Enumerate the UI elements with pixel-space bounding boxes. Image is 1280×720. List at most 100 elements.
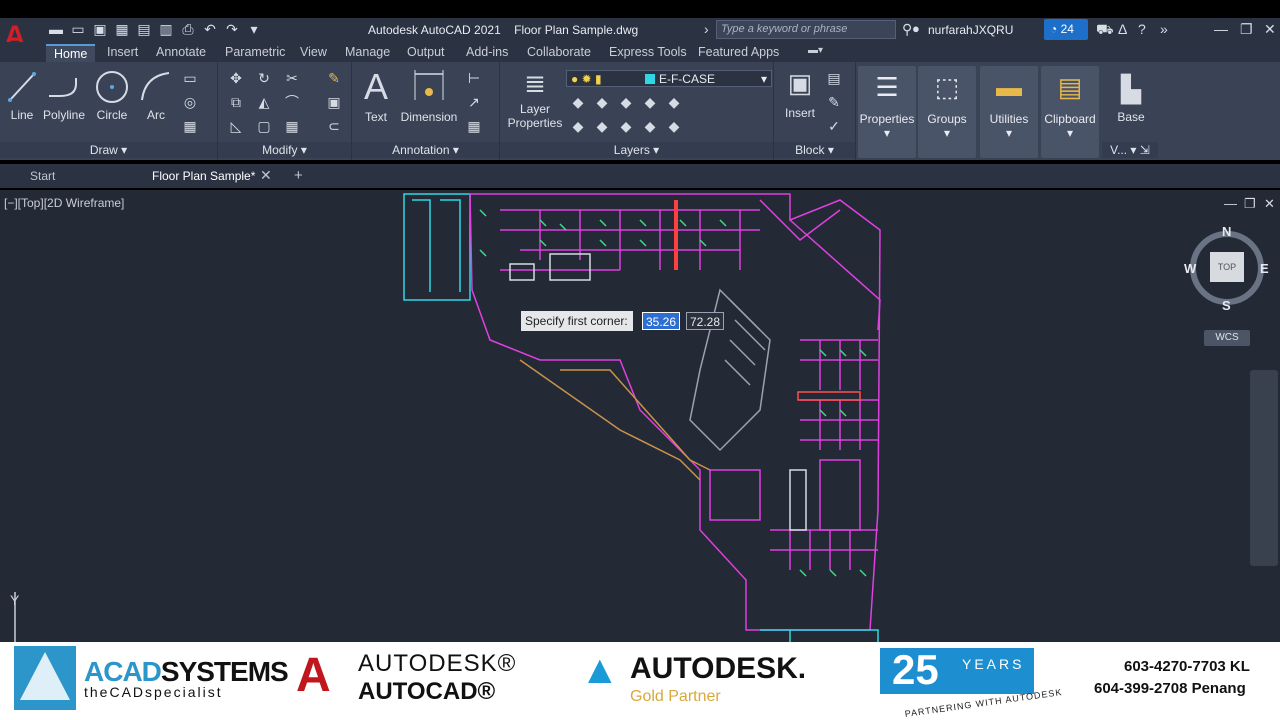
compass-east[interactable]: E [1260,261,1269,276]
wcs-menu[interactable]: WCS [1204,330,1250,346]
array-icon[interactable]: ▦ [284,118,300,134]
properties-button[interactable]: ☰ Properties ▾ [858,66,916,158]
groups-button[interactable]: ⬚ Groups ▾ [918,66,976,158]
rotate-icon[interactable]: ↻ [256,70,272,86]
layers-panel-title[interactable]: Layers ▾ [500,142,773,158]
minimize-icon[interactable]: — [1214,21,1228,37]
layer-tool-7-icon[interactable]: ◆ [594,118,610,134]
tab-express-tools[interactable]: Express Tools [609,45,687,59]
arc-tool[interactable]: Arc [138,70,174,122]
view-cube-top-face[interactable]: TOP [1210,252,1244,282]
trim-icon[interactable]: ✂ [284,70,300,86]
cart-icon[interactable]: ⛟ [1096,21,1114,40]
edit-block-icon[interactable]: ✎ [826,94,842,110]
line-tool[interactable]: Line [6,70,38,122]
save-web-icon[interactable]: ▥ [158,21,174,37]
rectangle-icon[interactable]: ▭ [182,70,198,86]
text-tool[interactable]: A Text [360,68,392,125]
clock-badge[interactable]: ◔ 24 [1044,19,1088,40]
compass-west[interactable]: W [1184,261,1196,276]
tab-featured-apps[interactable]: Featured Apps [698,45,779,59]
view-cube[interactable]: N S E W TOP [1184,224,1269,313]
layer-dropdown[interactable]: ● ✹ ▮ E-F-CASE ▾ [566,70,772,87]
layer-tool-4-icon[interactable]: ◆ [642,94,658,110]
open-web-icon[interactable]: ▤ [136,21,152,37]
polyline-tool[interactable]: Polyline [42,70,86,122]
scale-icon[interactable]: ▢ [256,118,272,134]
close-icon[interactable]: ✕ [1264,21,1276,38]
drawing-viewport[interactable]: [−][Top][2D Wireframe] — ❐ ✕ N S E W TOP… [0,190,1280,642]
erase-icon[interactable]: ✎ [326,70,342,86]
tab-output[interactable]: Output [407,45,445,59]
plot-icon[interactable]: ⎙ [180,21,196,37]
search-expand-icon[interactable]: › [704,21,709,37]
tab-floor-plan[interactable]: Floor Plan Sample* [152,169,255,183]
compass-south[interactable]: S [1222,298,1231,313]
annotation-panel-title[interactable]: Annotation ▾ [352,142,499,158]
clipboard-button[interactable]: ▤ Clipboard ▾ [1041,66,1099,158]
search-input[interactable]: Type a keyword or phrase [716,20,896,39]
base-tool[interactable]: ▙ Base [1108,74,1154,124]
ribbon-minimize-icon[interactable]: ▬▾ [808,45,823,56]
tab-annotate[interactable]: Annotate [156,45,206,59]
table-icon[interactable]: ▦ [182,118,198,134]
redo-icon[interactable]: ↷ [224,21,240,37]
fillet-icon[interactable]: ⌒ [284,94,300,110]
table-annot-icon[interactable]: ▦ [466,118,482,134]
explode-icon[interactable]: ▣ [326,94,342,110]
block-panel-title[interactable]: Block ▾ [774,142,855,158]
new-tab-icon[interactable]: + [294,167,303,184]
stretch-icon[interactable]: ◺ [228,118,244,134]
tab-parametric[interactable]: Parametric [225,45,285,59]
hatch-icon[interactable]: ◎ [182,94,198,110]
undo-icon[interactable]: ↶ [202,21,218,37]
help-icon[interactable]: ? [1138,21,1146,37]
coordinate-x-input[interactable]: 35.26 [642,312,680,330]
search-icon[interactable]: ⚲ [902,21,912,38]
view-panel-title[interactable]: V... ▾ ⇲ [1102,142,1158,158]
linear-dim-icon[interactable]: ⊢ [466,70,482,86]
layer-tool-6-icon[interactable]: ◆ [570,118,586,134]
tab-insert[interactable]: Insert [107,45,138,59]
circle-tool[interactable]: Circle [92,70,132,122]
copy-icon[interactable]: ⧉ [228,94,244,110]
modify-panel-title[interactable]: Modify ▾ [218,142,351,158]
close-tab-icon[interactable]: ✕ [260,167,272,184]
more-icon[interactable]: » [1160,21,1168,37]
tab-start[interactable]: Start [30,169,55,183]
tab-manage[interactable]: Manage [345,45,390,59]
navigation-bar[interactable] [1250,370,1278,566]
offset-icon[interactable]: ⊂ [326,118,342,134]
move-icon[interactable]: ✥ [228,70,244,86]
new-file-icon[interactable]: ▬ [48,21,64,37]
tab-collaborate[interactable]: Collaborate [527,45,591,59]
dimension-tool[interactable]: Dimension [398,68,460,124]
layer-tool-2-icon[interactable]: ◆ [594,94,610,110]
layer-tool-5-icon[interactable]: ◆ [666,94,682,110]
attribute-icon[interactable]: ✓ [826,118,842,134]
tab-add-ins[interactable]: Add-ins [466,45,508,59]
layer-tool-1-icon[interactable]: ◆ [570,94,586,110]
restore-icon[interactable]: ❐ [1240,21,1253,38]
save-icon[interactable]: ▣ [92,21,108,37]
tab-home[interactable]: Home [46,44,96,62]
user-name[interactable]: nurfarahJXQRU [928,23,1013,37]
draw-panel-title[interactable]: Draw ▾ [0,142,217,158]
layer-tool-9-icon[interactable]: ◆ [642,118,658,134]
autodesk-a360-icon[interactable]: Δ [1118,21,1127,37]
create-block-icon[interactable]: ▤ [826,70,842,86]
coordinate-y-input[interactable]: 72.28 [686,312,724,330]
customize-qat-icon[interactable]: ▾ [246,21,262,37]
layer-tool-8-icon[interactable]: ◆ [618,118,634,134]
layer-tool-3-icon[interactable]: ◆ [618,94,634,110]
tab-view[interactable]: View [300,45,327,59]
open-file-icon[interactable]: ▭ [70,21,86,37]
mirror-icon[interactable]: ◭ [256,94,272,110]
leader-icon[interactable]: ↗ [466,94,482,110]
utilities-button[interactable]: ▬ Utilities ▾ [980,66,1038,158]
layer-tool-10-icon[interactable]: ◆ [666,118,682,134]
layer-properties-tool[interactable]: ≣ Layer Properties [506,68,564,130]
user-icon[interactable]: ● [912,21,920,36]
insert-block-tool[interactable]: ▣ Insert [778,68,822,120]
save-as-icon[interactable]: ▦ [114,21,130,37]
